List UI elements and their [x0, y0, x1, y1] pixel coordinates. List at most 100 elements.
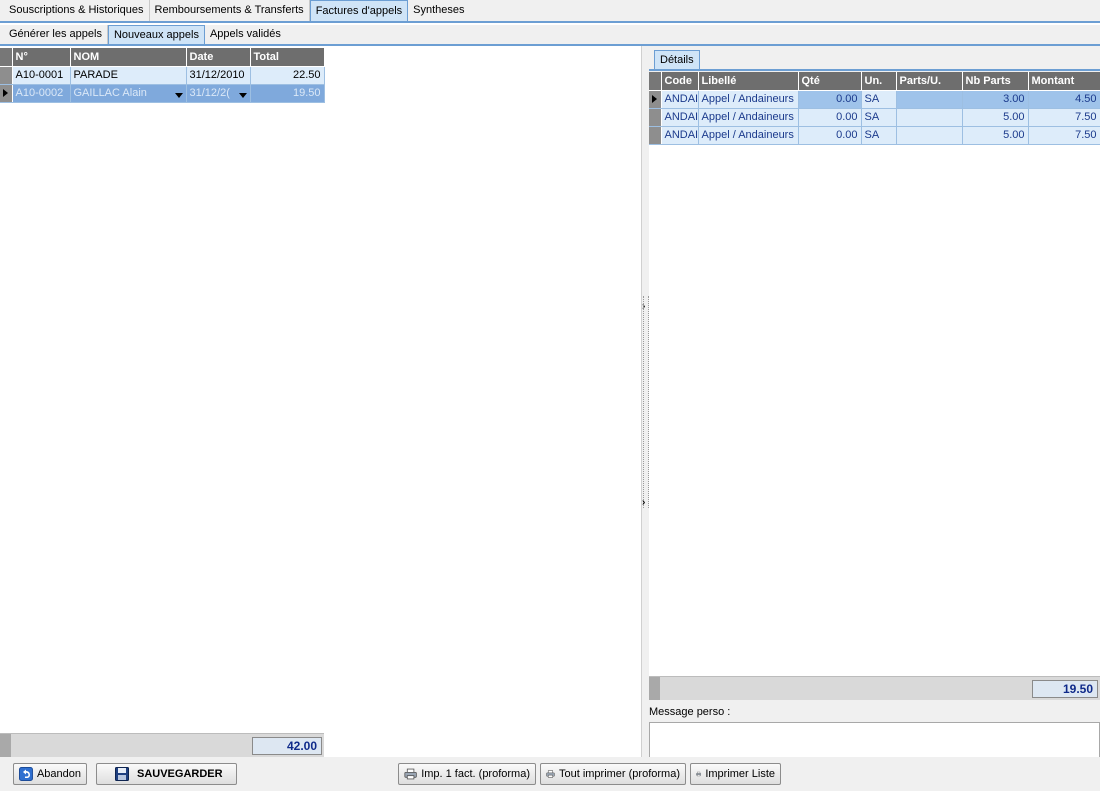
- print-list-label: Imprimer Liste: [705, 768, 775, 780]
- cell-parts-u[interactable]: [896, 90, 963, 109]
- message-perso-label: Message perso :: [649, 706, 731, 718]
- appels-total-bar: 42.00: [0, 733, 324, 757]
- row-indicator[interactable]: [0, 84, 13, 103]
- printer-icon: [696, 771, 702, 777]
- tab-appels-valides[interactable]: Appels validés: [205, 25, 286, 44]
- cell-code[interactable]: ANDAI: [661, 126, 699, 145]
- details-tab-line: [649, 69, 1100, 71]
- cell-nom[interactable]: PARADE: [70, 66, 187, 85]
- tab-souscriptions[interactable]: Souscriptions & Historiques: [4, 0, 150, 21]
- col-header-parts-u[interactable]: Parts/U.: [896, 72, 963, 91]
- table-row[interactable]: ANDAI Appel / Andaineurs 0.00 SA 5.00 7.…: [649, 108, 1100, 127]
- cell-libelle[interactable]: Appel / Andaineurs: [698, 126, 799, 145]
- main-tab-bar: Souscriptions & Historiques Remboursemen…: [0, 0, 1100, 23]
- printer-icon: [404, 768, 417, 780]
- details-panel: Détails Code Libellé Qté Un. Parts/U. Nb…: [649, 46, 1100, 758]
- col-header-un[interactable]: Un.: [861, 72, 897, 91]
- chevron-down-icon[interactable]: [174, 93, 183, 98]
- cell-parts-u[interactable]: [896, 126, 963, 145]
- cell-total[interactable]: 22.50: [250, 66, 325, 85]
- row-indicator[interactable]: [649, 126, 662, 145]
- cell-nb-parts[interactable]: 5.00: [962, 126, 1029, 145]
- row-indicator[interactable]: [649, 90, 662, 109]
- cell-montant[interactable]: 7.50: [1028, 126, 1100, 145]
- abandon-button[interactable]: Abandon: [13, 763, 87, 785]
- cell-date-text: 31/12/2(: [189, 87, 230, 99]
- table-row[interactable]: ANDAI Appel / Andaineurs 0.00 SA 3.00 4.…: [649, 90, 1100, 109]
- message-perso-field[interactable]: [649, 722, 1100, 758]
- col-header-total[interactable]: Total: [250, 48, 325, 67]
- row-indicator[interactable]: [0, 66, 13, 85]
- current-row-arrow-icon: [652, 95, 657, 104]
- col-header-montant[interactable]: Montant: [1028, 72, 1100, 91]
- cell-libelle[interactable]: Appel / Andaineurs: [698, 108, 799, 127]
- col-header-num[interactable]: N°: [12, 48, 71, 67]
- cell-un[interactable]: SA: [861, 90, 897, 109]
- cell-code[interactable]: ANDAI: [661, 90, 699, 109]
- grid-corner-icon[interactable]: [649, 72, 662, 91]
- appels-total-value: 42.00: [252, 737, 322, 755]
- cell-un[interactable]: SA: [861, 108, 897, 127]
- chevron-down-icon[interactable]: [238, 93, 247, 98]
- chevron-right-icon[interactable]: ›: [642, 498, 645, 508]
- save-label: SAUVEGARDER: [137, 768, 223, 780]
- details-grid: Code Libellé Qté Un. Parts/U. Nb Parts M…: [649, 72, 1100, 145]
- tab-generer-appels[interactable]: Générer les appels: [4, 25, 108, 44]
- cell-libelle[interactable]: Appel / Andaineurs: [698, 90, 799, 109]
- tab-syntheses[interactable]: Syntheses: [408, 0, 469, 21]
- cell-date[interactable]: 31/12/2(: [186, 84, 251, 103]
- print-all-button[interactable]: Tout imprimer (proforma): [540, 763, 686, 785]
- cell-qte[interactable]: 0.00: [798, 126, 862, 145]
- cell-nb-parts[interactable]: 3.00: [962, 90, 1029, 109]
- cell-nom[interactable]: GAILLAC Alain: [70, 84, 187, 103]
- tab-details[interactable]: Détails: [654, 50, 700, 70]
- row-indicator[interactable]: [649, 108, 662, 127]
- abandon-label: Abandon: [36, 768, 81, 780]
- grid-header-row: N° NOM Date Total: [0, 48, 325, 67]
- print-one-invoice-button[interactable]: Imp. 1 fact. (proforma): [398, 763, 536, 785]
- print-list-button[interactable]: Imprimer Liste: [690, 763, 781, 785]
- table-row[interactable]: ANDAI Appel / Andaineurs 0.00 SA 5.00 7.…: [649, 126, 1100, 145]
- undo-icon: [19, 767, 33, 781]
- print-one-label: Imp. 1 fact. (proforma): [421, 768, 530, 780]
- details-header-row: Code Libellé Qté Un. Parts/U. Nb Parts M…: [649, 72, 1100, 91]
- cell-total[interactable]: 19.50: [250, 84, 325, 103]
- tab-remboursements[interactable]: Remboursements & Transferts: [150, 0, 310, 21]
- col-header-nom[interactable]: NOM: [70, 48, 187, 67]
- cell-num[interactable]: A10-0002: [12, 84, 71, 103]
- tab-nouveaux-appels[interactable]: Nouveaux appels: [107, 25, 205, 44]
- cell-qte[interactable]: 0.00: [798, 90, 862, 109]
- col-header-nb-parts[interactable]: Nb Parts: [962, 72, 1029, 91]
- save-button[interactable]: SAUVEGARDER: [96, 763, 237, 785]
- col-header-code[interactable]: Code: [661, 72, 699, 91]
- cell-un[interactable]: SA: [861, 126, 897, 145]
- cell-parts-u[interactable]: [896, 108, 963, 127]
- cell-montant[interactable]: 4.50: [1028, 90, 1100, 109]
- cell-code[interactable]: ANDAI: [661, 108, 699, 127]
- tab-factures-appels[interactable]: Factures d'appels: [309, 0, 409, 21]
- col-header-qte[interactable]: Qté: [798, 72, 862, 91]
- col-header-date[interactable]: Date: [186, 48, 251, 67]
- col-header-libelle[interactable]: Libellé: [698, 72, 799, 91]
- details-total-bar: 19.50: [649, 676, 1100, 700]
- print-all-label: Tout imprimer (proforma): [558, 768, 680, 780]
- sub-tab-bar: Générer les appels Nouveaux appels Appel…: [0, 25, 1100, 46]
- cell-qte[interactable]: 0.00: [798, 108, 862, 127]
- details-total-value: 19.50: [1032, 680, 1098, 698]
- bottom-toolbar: Abandon SAUVEGARDER Imp. 1 fact. (profor…: [0, 757, 1100, 791]
- cell-date[interactable]: 31/12/2010: [186, 66, 251, 85]
- panel-splitter[interactable]: › ›: [641, 46, 649, 757]
- details-grid-area: [649, 72, 1100, 676]
- cell-montant[interactable]: 7.50: [1028, 108, 1100, 127]
- cell-nb-parts[interactable]: 5.00: [962, 108, 1029, 127]
- appels-grid: N° NOM Date Total A10-0001 PARADE 31/12/…: [0, 48, 325, 103]
- table-row-selected[interactable]: A10-0002 GAILLAC Alain 31/12/2( 19.50: [0, 84, 325, 103]
- current-row-arrow-icon: [3, 89, 8, 98]
- printer-icon: [546, 770, 555, 778]
- table-row[interactable]: A10-0001 PARADE 31/12/2010 22.50: [0, 66, 325, 85]
- floppy-disk-icon: [115, 767, 129, 781]
- cell-nom-text: GAILLAC Alain: [73, 87, 147, 99]
- footer-cap: [0, 734, 11, 757]
- grid-corner-icon[interactable]: [0, 48, 13, 67]
- cell-num[interactable]: A10-0001: [12, 66, 71, 85]
